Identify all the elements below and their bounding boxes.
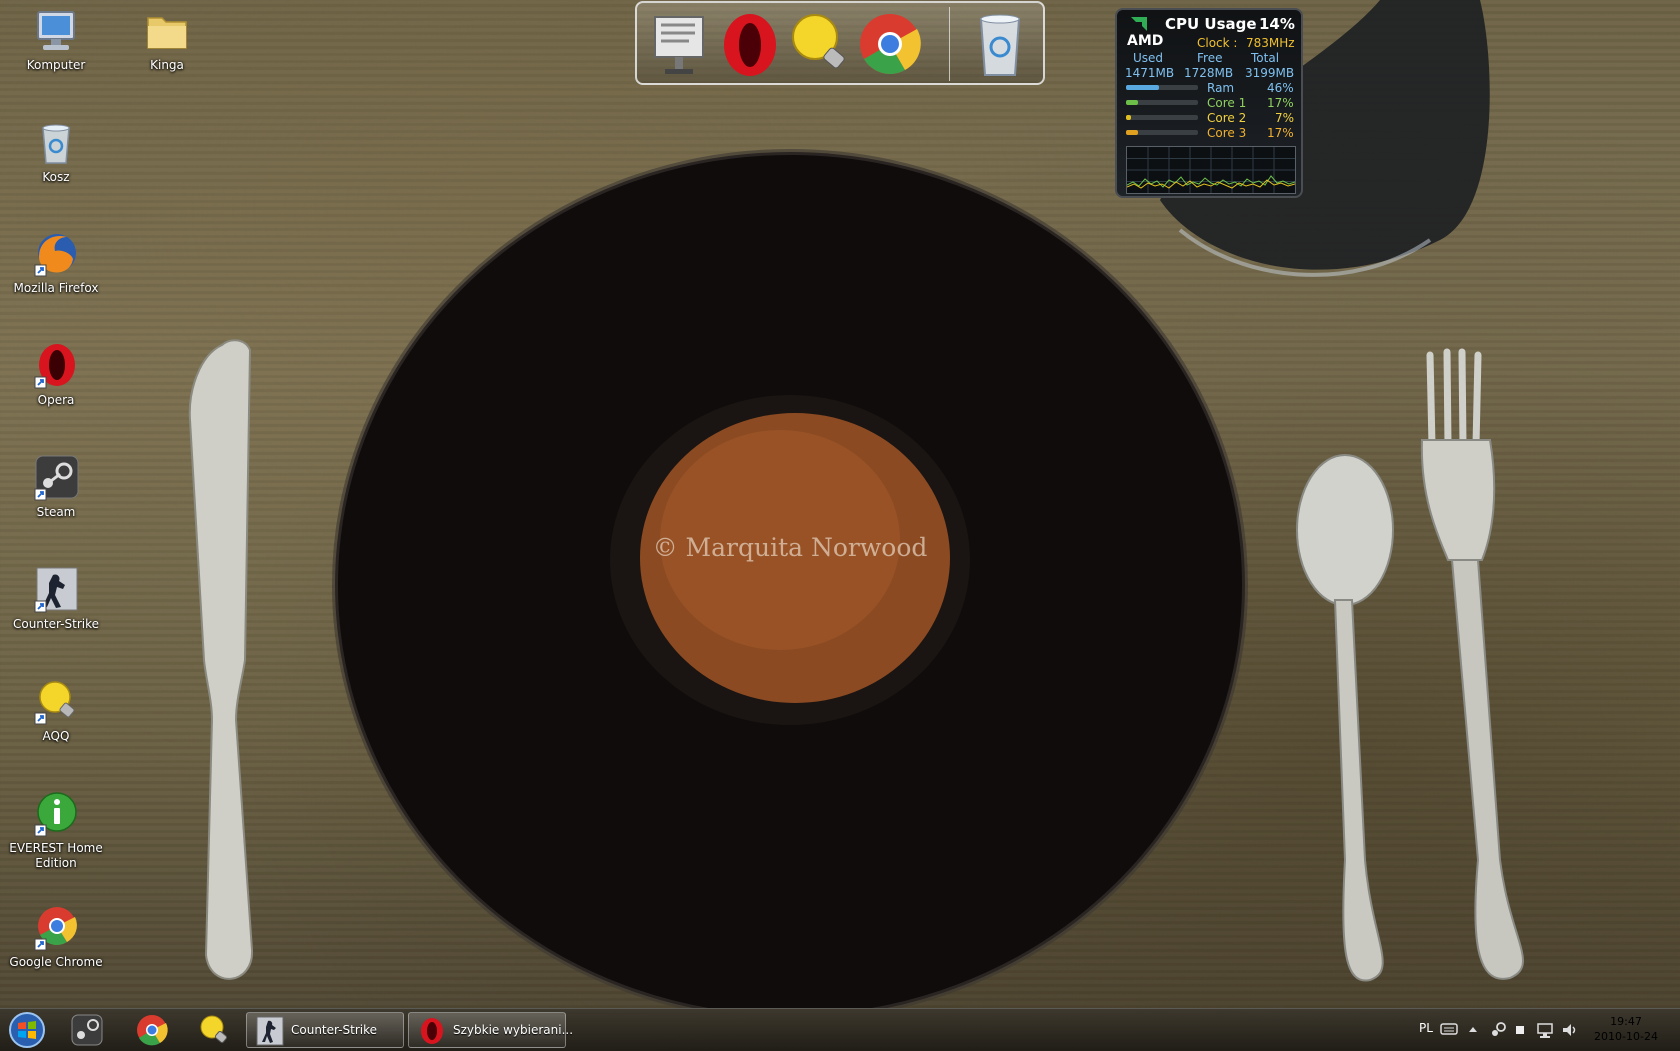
recycle-bin-icon — [42, 124, 70, 164]
lightbulb-icon — [34, 681, 75, 725]
desktop-icon-kinga[interactable]: Kinga — [115, 6, 219, 73]
counter-strike-icon — [256, 1016, 284, 1046]
desktop-icon-label: Google Chrome — [9, 955, 103, 969]
ram-label: Ram — [1207, 81, 1235, 95]
desktop-icon-counter-strike[interactable]: Counter-Strike — [4, 565, 108, 632]
steam-icon — [34, 455, 79, 501]
computer-icon — [37, 11, 75, 50]
clock-value: 783MHz — [1246, 36, 1295, 50]
start-button-icon[interactable] — [6, 1011, 48, 1049]
recycle-bin-icon[interactable] — [965, 9, 1035, 79]
core3-bar — [1126, 130, 1139, 135]
chrome-icon[interactable] — [855, 9, 925, 79]
core3-label: Core 3 — [1207, 126, 1247, 140]
used-label: Used — [1133, 51, 1164, 65]
desktop-icon-label: AQQ — [42, 729, 70, 743]
taskbar-pin-aqq-icon[interactable] — [192, 1013, 236, 1047]
clock-label: Clock : — [1197, 36, 1238, 50]
taskbar-pin-steam-icon[interactable] — [66, 1013, 110, 1047]
desktop-wallpaper — [188, 0, 1524, 1008]
ram-value: 46% — [1267, 81, 1294, 95]
core1-value: 17% — [1267, 96, 1294, 110]
desktop-icon-label: EVEREST Home Edition — [9, 841, 103, 870]
core2-value: 7% — [1275, 111, 1295, 125]
desktop-icon-aqq[interactable]: AQQ — [4, 677, 108, 744]
core2-bar — [1126, 115, 1132, 120]
cpu-usage-value: 14% — [1259, 15, 1295, 33]
cpu-title: CPU Usage — [1165, 15, 1257, 33]
core1-label: Core 1 — [1207, 96, 1247, 110]
taskbar: Counter-Strike Szybkie wybierani... PL 1… — [0, 1008, 1680, 1051]
application-dock — [635, 1, 1045, 85]
show-hidden-icons-chevron-icon[interactable] — [1468, 1025, 1478, 1033]
task-label: Counter-Strike — [291, 1023, 378, 1037]
desktop-icon-label: Kinga — [150, 58, 184, 72]
cpu-usage-gadget[interactable]: AMD CPU Usage 14% Clock : 783MHz Used Fr… — [1115, 8, 1303, 198]
core3-value: 17% — [1267, 126, 1294, 140]
clock-date: 2010-10-24 — [1594, 1030, 1658, 1043]
desktop-icon-google-chrome[interactable]: Google Chrome — [4, 903, 108, 970]
taskbar-task-counter-strike[interactable]: Counter-Strike — [246, 1012, 404, 1048]
desktop-icon-label: Opera — [37, 393, 75, 407]
total-label: Total — [1251, 51, 1280, 65]
clock[interactable]: 19:47 2010-10-24 — [1586, 1014, 1666, 1044]
volume-icon[interactable] — [1561, 1021, 1579, 1039]
folder-icon — [147, 17, 187, 49]
desktop-icon-opera[interactable]: Opera — [4, 341, 108, 408]
firefox-icon — [34, 234, 76, 277]
desktop-icon-everest[interactable]: EVEREST Home Edition — [4, 789, 108, 871]
free-label: Free — [1197, 51, 1223, 65]
counter-strike-icon — [34, 567, 78, 613]
cpu-history-graph — [1126, 146, 1296, 194]
desktop-icon-steam[interactable]: Steam — [4, 453, 108, 520]
dock-separator — [949, 7, 950, 81]
cpu-brand: AMD — [1127, 33, 1164, 49]
wallpaper-watermark: © Marquita Norwood — [652, 533, 928, 562]
taskbar-pin-chrome-icon[interactable] — [130, 1013, 174, 1047]
desktop-icon-label: Kosz — [42, 170, 70, 184]
total-value: 3199MB — [1245, 66, 1295, 80]
stop-icon[interactable] — [1515, 1025, 1525, 1035]
core2-label: Core 2 — [1207, 111, 1247, 125]
desktop-icon-firefox[interactable]: Mozilla Firefox — [4, 229, 108, 296]
lightbulb-icon[interactable] — [785, 9, 855, 79]
desktop-icon-label: Komputer — [26, 58, 86, 72]
opera-icon[interactable] — [715, 9, 785, 79]
core1-bar — [1126, 100, 1139, 105]
amd-logo-icon — [1131, 17, 1147, 31]
free-value: 1728MB — [1184, 66, 1234, 80]
task-label: Szybkie wybierani... — [453, 1023, 574, 1037]
network-icon[interactable] — [1536, 1021, 1554, 1039]
keyboard-icon[interactable] — [1440, 1022, 1458, 1036]
used-value: 1471MB — [1125, 66, 1175, 80]
monitor-icon[interactable] — [645, 9, 715, 79]
opera-icon — [421, 1018, 443, 1044]
desktop-icon-label: Mozilla Firefox — [13, 281, 99, 295]
clock-time: 19:47 — [1610, 1015, 1642, 1028]
desktop-icon-komputer[interactable]: Komputer — [4, 6, 108, 73]
desktop-icon-label: Steam — [36, 505, 76, 519]
taskbar-task-opera[interactable]: Szybkie wybierani... — [408, 1012, 573, 1048]
desktop-icon-label: Counter-Strike — [12, 617, 99, 631]
chrome-icon — [34, 907, 77, 951]
opera-icon — [34, 344, 75, 389]
language-indicator[interactable]: PL — [1419, 1021, 1433, 1035]
desktop-icon-kosz[interactable]: Kosz — [4, 118, 108, 185]
ram-bar — [1126, 85, 1160, 90]
info-icon — [34, 792, 77, 837]
steam-tray-icon[interactable] — [1489, 1021, 1507, 1039]
